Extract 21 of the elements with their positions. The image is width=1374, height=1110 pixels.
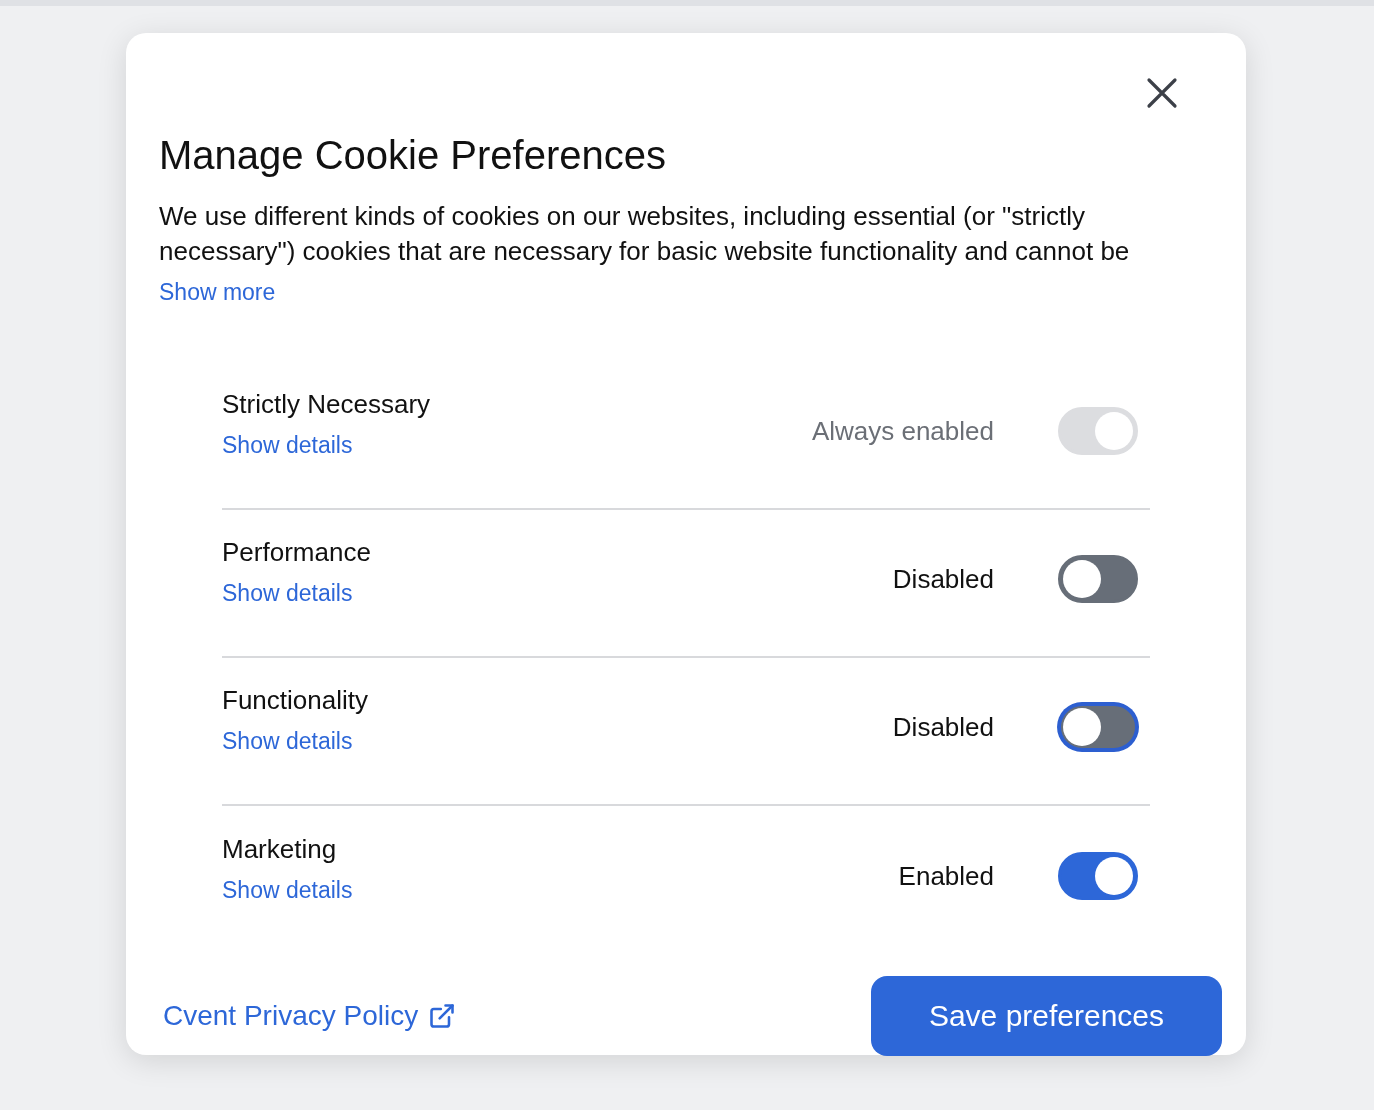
toggle-switch[interactable] — [1058, 852, 1138, 900]
toggle-switch[interactable] — [1058, 703, 1138, 751]
category-name: Marketing — [222, 834, 337, 865]
status-label: Disabled — [892, 563, 994, 595]
dialog-title: Manage Cookie Preferences — [159, 132, 666, 179]
category-name: Performance — [222, 537, 371, 568]
status-label: Disabled — [892, 711, 994, 743]
show-more-link[interactable]: Show more — [159, 279, 276, 306]
category-name: Functionality — [222, 685, 368, 716]
category-name: Strictly Necessary — [222, 389, 431, 420]
show-details-link[interactable]: Show details — [222, 728, 353, 755]
toggle-switch[interactable] — [1058, 555, 1138, 603]
description-text: We use different kinds of cookies on our websites, including essential (or "strictly necessary") cookies that are necessary for basic website functionality and cannot be — [159, 200, 1131, 268]
status-label: Always enabled — [811, 415, 994, 447]
external-link-icon — [428, 1002, 457, 1030]
show-details-link[interactable]: Show details — [222, 580, 353, 607]
save-preferences-button[interactable]: Save preferences — [871, 976, 1222, 1056]
close-icon[interactable] — [1146, 77, 1178, 109]
show-details-link[interactable]: Show details — [222, 877, 353, 904]
privacy-policy-link[interactable]: Cvent Privacy Policy — [163, 1000, 457, 1032]
status-label: Enabled — [898, 860, 994, 892]
